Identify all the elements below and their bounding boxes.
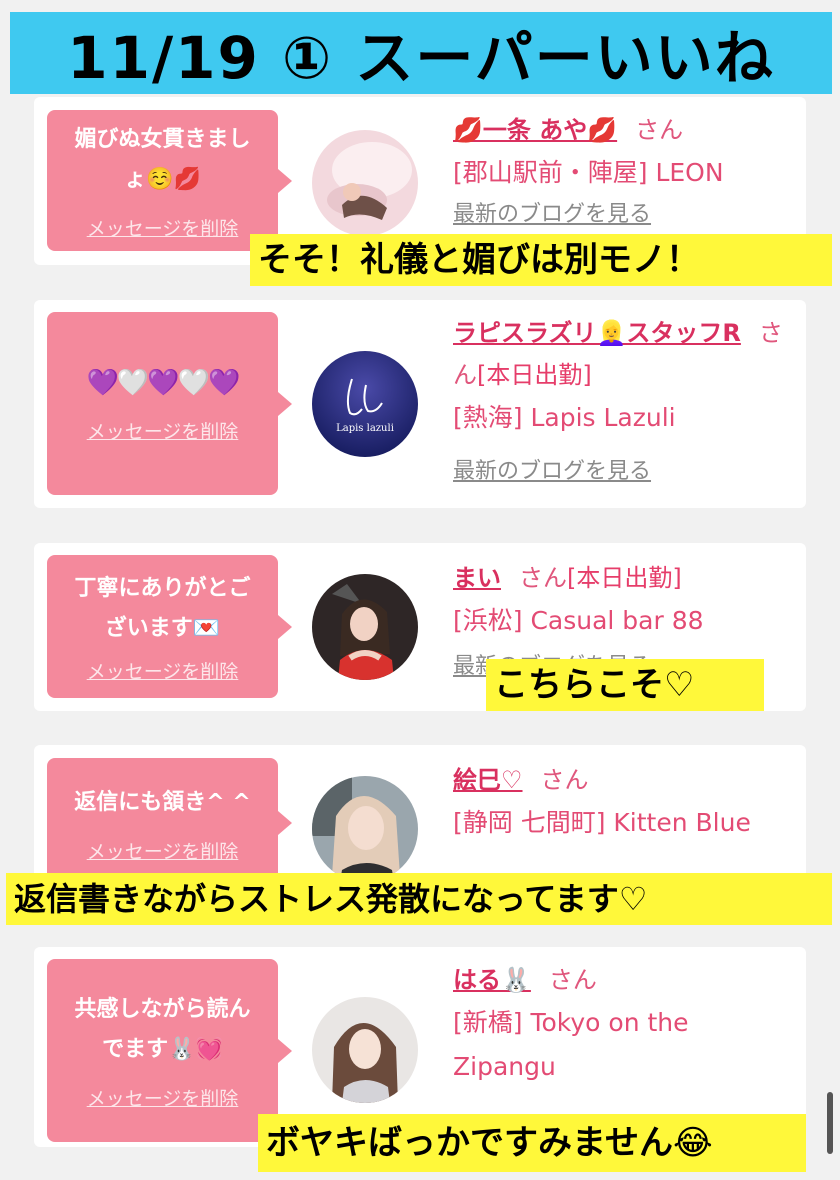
latest-blog-link[interactable]: 最新のブログを見る xyxy=(453,195,796,235)
honorific: さん xyxy=(548,966,597,994)
message-bubble: 返信にも頷き^ ^ メッセージを削除 xyxy=(47,758,292,888)
message-bubble: 💜🤍💜🤍💜 メッセージを削除 xyxy=(47,312,292,495)
avatar[interactable] xyxy=(312,574,418,680)
page-title: 11/19 ① スーパーいいね xyxy=(67,24,775,92)
caption-overlay: こちらこそ♡ xyxy=(486,659,764,711)
message-text: 共感しながら読ん でます🐰💓 xyxy=(74,997,251,1062)
user-name-link[interactable]: 💋一条 あや💋 xyxy=(453,116,617,144)
avatar[interactable] xyxy=(312,997,418,1103)
latest-blog-link[interactable]: 最新のブログを見る xyxy=(453,452,796,492)
shop-info: [熱海] Lapis Lazuli xyxy=(453,403,676,432)
honorific: さん xyxy=(635,116,684,144)
list-item: 💜🤍💜🤍💜 メッセージを削除 Lapis lazuli ラピスラズリ👱‍♀️スタ… xyxy=(34,300,806,508)
user-name-link[interactable]: 絵巳♡ xyxy=(453,766,523,794)
honorific: さん xyxy=(519,564,567,592)
caption-overlay: 返信書きながらストレス発散になってます♡ xyxy=(6,873,832,925)
title-banner: 11/19 ① スーパーいいね xyxy=(10,12,832,94)
shop-info: [静岡 七間町] Kitten Blue xyxy=(453,808,751,837)
delete-message-link[interactable]: メッセージを削除 xyxy=(87,657,239,684)
avatar[interactable] xyxy=(312,776,418,882)
avatar[interactable] xyxy=(312,130,418,236)
message-bubble: 媚びぬ女貫きまし ょ☺️💋 メッセージを削除 xyxy=(47,110,292,251)
user-name-link[interactable]: ラピスラズリ👱‍♀️スタッフR xyxy=(453,319,741,347)
work-status: [本日出勤] xyxy=(477,361,592,389)
work-status: [本日出勤] xyxy=(567,564,682,592)
avatar[interactable]: Lapis lazuli xyxy=(312,351,418,457)
delete-message-link[interactable]: メッセージを削除 xyxy=(87,1084,239,1111)
shop-info: [新橋] Tokyo on the Zipangu xyxy=(453,1008,689,1081)
caption-overlay: ボヤキばっかですみません😂 xyxy=(258,1114,806,1172)
message-text: 💜🤍💜🤍💜 xyxy=(86,368,241,398)
message-bubble: 丁寧にありがとご ざいます💌 メッセージを削除 xyxy=(47,555,292,698)
message-text: 媚びぬ女貫きまし ょ☺️💋 xyxy=(74,127,251,192)
shop-info: [浜松] Casual bar 88 xyxy=(453,606,704,635)
delete-message-link[interactable]: メッセージを削除 xyxy=(87,417,239,444)
logo-text: Lapis lazuli xyxy=(336,423,394,434)
honorific: さん xyxy=(540,766,589,794)
delete-message-link[interactable]: メッセージを削除 xyxy=(87,837,239,864)
user-name-link[interactable]: まい xyxy=(453,564,501,592)
message-bubble: 共感しながら読ん でます🐰💓 メッセージを削除 xyxy=(47,959,292,1142)
caption-overlay: そそ！礼儀と媚びは別モノ！ xyxy=(250,234,832,286)
scrollbar[interactable] xyxy=(827,1092,833,1154)
shop-info: [郡山駅前・陣屋] LEON xyxy=(453,158,724,187)
user-name-link[interactable]: はる🐰 xyxy=(453,966,531,994)
delete-message-link[interactable]: メッセージを削除 xyxy=(87,214,239,241)
message-text: 返信にも頷き^ ^ xyxy=(74,789,251,815)
list-item: 返信にも頷き^ ^ メッセージを削除 絵巳♡ さん [静岡 七間町] Kitten… xyxy=(34,745,806,890)
message-text: 丁寧にありがとご ざいます💌 xyxy=(74,576,251,641)
